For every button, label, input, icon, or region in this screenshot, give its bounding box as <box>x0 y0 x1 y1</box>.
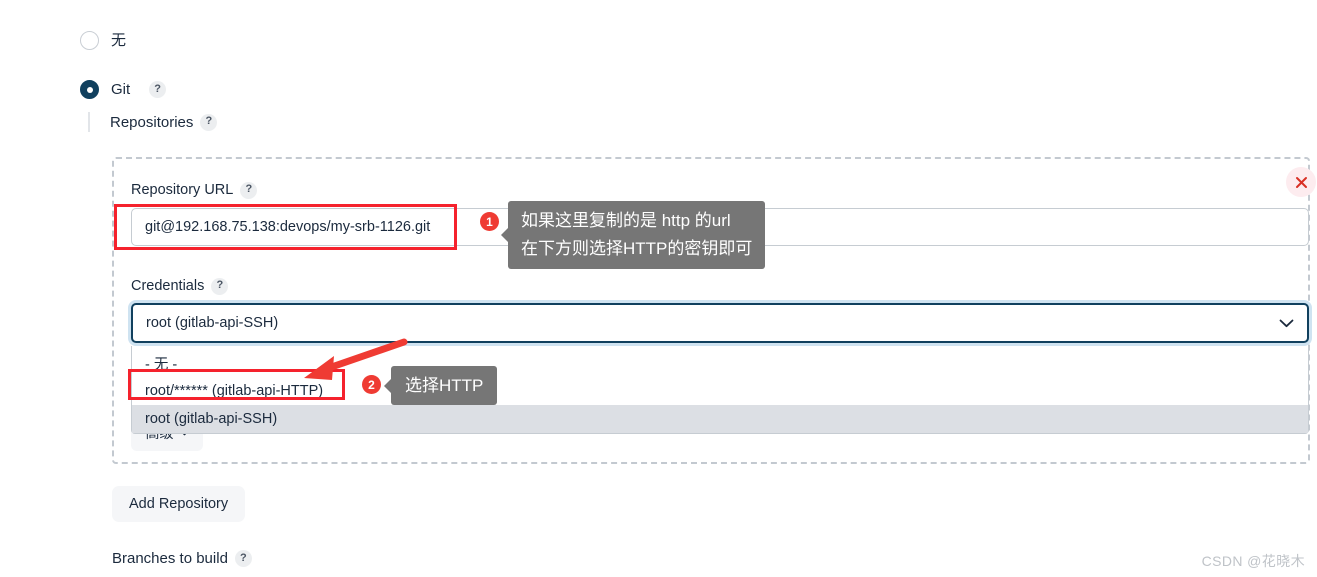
repository-url-label: Repository URL ? <box>131 181 258 199</box>
scm-radio-none[interactable]: 无 <box>80 31 126 50</box>
repository-url-label-text: Repository URL <box>131 182 234 198</box>
help-icon-branches[interactable]: ? <box>234 550 252 567</box>
help-icon-credentials[interactable]: ? <box>211 277 229 295</box>
annotation-callout-2: 选择HTTP <box>383 366 498 405</box>
close-icon <box>1295 176 1307 188</box>
branches-to-build-text: Branches to build <box>112 550 228 567</box>
watermark: CSDN @花晓木 <box>1201 553 1305 569</box>
scm-radio-git[interactable]: Git ? <box>80 80 167 99</box>
credentials-option-http[interactable]: root/****** (gitlab-api-HTTP) <box>132 377 1308 405</box>
credentials-dropdown[interactable]: - 无 - root/****** (gitlab-api-HTTP) root… <box>131 346 1309 434</box>
credentials-label-text: Credentials <box>131 278 205 294</box>
branches-to-build-label: Branches to build ? <box>112 550 252 567</box>
credentials-select-value: root (gitlab-api-SSH) <box>146 315 279 331</box>
radio-indicator-none[interactable] <box>80 31 99 50</box>
chevron-down-icon[interactable] <box>1279 319 1294 328</box>
scm-radio-none-label: 无 <box>111 32 127 49</box>
annotation-badge-1: 1 <box>480 212 499 231</box>
credentials-option-none[interactable]: - 无 - <box>132 349 1308 377</box>
help-icon-repositories[interactable]: ? <box>200 113 218 131</box>
add-repository-button[interactable]: Add Repository <box>112 486 246 522</box>
annotation-callout-1: 如果这里复制的是 http 的url 在下方则选择HTTP的密钥即可 <box>500 201 766 269</box>
remove-repository-button[interactable] <box>1286 167 1316 197</box>
repositories-title-label: Repositories <box>110 113 194 131</box>
repositories-section: Repositories ? <box>88 112 1310 132</box>
credentials-select[interactable]: root (gitlab-api-SSH) <box>131 303 1309 343</box>
annotation-badge-2: 2 <box>362 375 381 394</box>
help-icon-repository-url[interactable]: ? <box>240 181 258 199</box>
help-icon-git[interactable]: ? <box>149 81 167 98</box>
scm-radio-git-label: Git <box>111 81 131 98</box>
add-repository-label: Add Repository <box>129 496 229 512</box>
radio-indicator-git[interactable] <box>80 80 99 99</box>
credentials-option-ssh[interactable]: root (gitlab-api-SSH) <box>132 405 1308 433</box>
credentials-label: Credentials ? <box>131 277 229 295</box>
repositories-title: Repositories ? <box>110 112 1310 132</box>
